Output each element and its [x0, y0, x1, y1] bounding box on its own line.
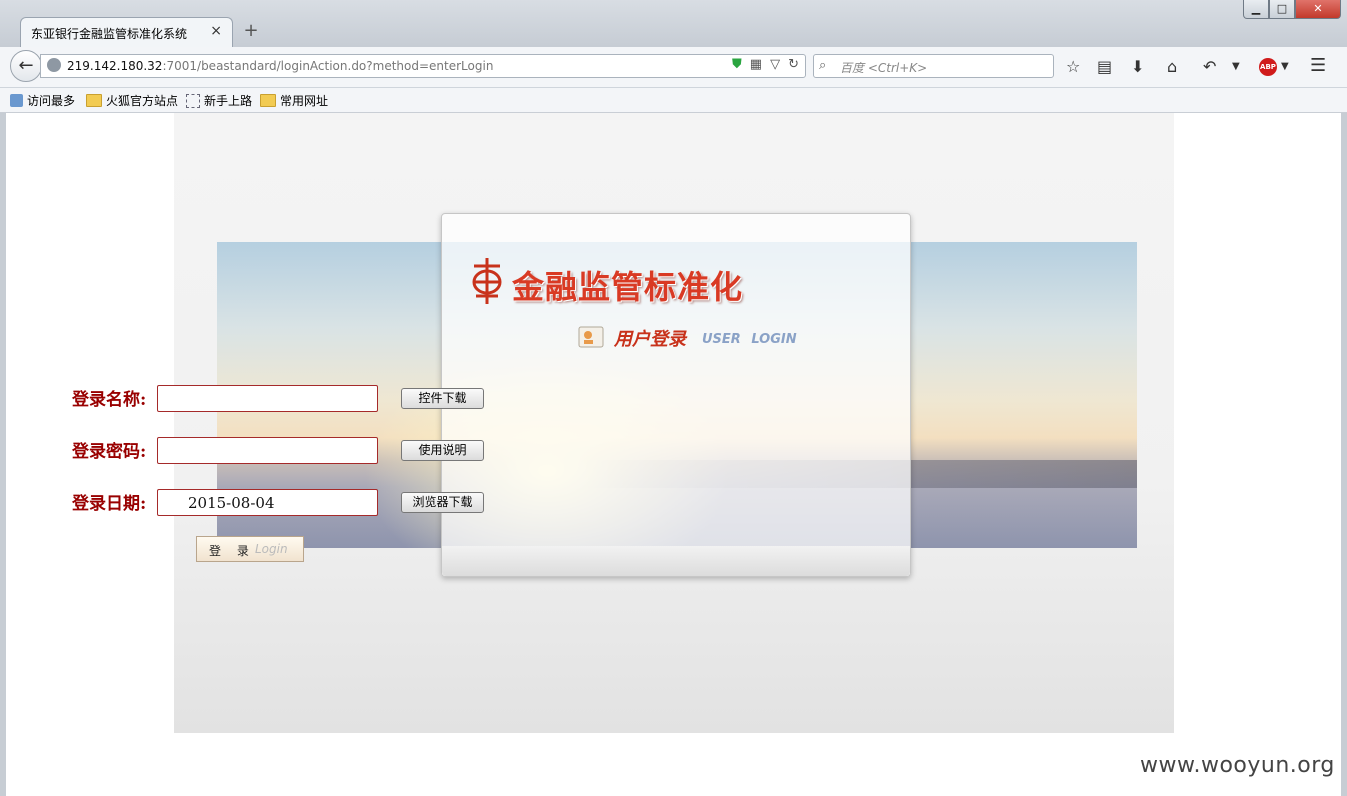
undo-dropdown-icon[interactable]: ▼ — [1232, 61, 1240, 72]
bookmark-getting-started[interactable]: 新手上路 — [186, 92, 252, 109]
page-content: 金融监管标准化 用户登录 USER LOGIN 登录名称: 控件下载 登录密码:… — [6, 113, 1341, 796]
bookmarks-toolbar: 访问最多 火狐官方站点 新手上路 常用网址 — [0, 88, 1347, 113]
panel-footer — [442, 546, 910, 576]
date-label: 登录日期: — [72, 494, 147, 514]
user-card-icon — [578, 326, 604, 348]
bank-logo-icon — [472, 258, 502, 304]
search-input[interactable]: ⌕ 百度 <Ctrl+K> — [813, 54, 1054, 78]
tab-close-icon[interactable]: × — [210, 23, 222, 39]
login-stage: 金融监管标准化 用户登录 USER LOGIN — [174, 113, 1174, 733]
bookmark-firefox-sites[interactable]: 火狐官方站点 — [86, 92, 178, 109]
browser-download-button[interactable]: 浏览器下载 — [401, 492, 484, 513]
system-logo-text: 金融监管标准化 — [512, 268, 744, 306]
bookmark-common-sites[interactable]: 常用网址 — [260, 92, 328, 109]
globe-icon — [47, 58, 61, 72]
maximize-button[interactable]: □ — [1269, 0, 1295, 19]
search-placeholder: 百度 <Ctrl+K> — [840, 61, 928, 75]
login-panel: 金融监管标准化 用户登录 USER LOGIN — [441, 213, 911, 577]
page-icon — [186, 93, 200, 108]
url-text: 219.142.180.32:7001/beastandard/loginAct… — [67, 59, 493, 73]
reading-list-icon[interactable]: ▤ — [1097, 57, 1112, 76]
home-icon[interactable]: ⌂ — [1167, 57, 1177, 76]
login-title: 用户登录 — [614, 329, 686, 350]
url-bar-icons: ⛊ ▦ ▽ ↻ — [732, 57, 799, 72]
password-input[interactable] — [157, 437, 378, 464]
minimize-button[interactable]: ▁ — [1243, 0, 1269, 19]
bookmark-label: 访问最多 — [27, 94, 76, 108]
adblock-icon[interactable]: ABP — [1259, 58, 1277, 76]
username-input[interactable] — [157, 385, 378, 412]
bookmark-label: 新手上路 — [204, 94, 253, 108]
new-tab-button[interactable]: + — [243, 20, 259, 41]
bookmark-label: 火狐官方站点 — [106, 94, 179, 108]
login-button-label: 登 录 — [209, 544, 255, 558]
reload-icon[interactable]: ↻ — [788, 57, 799, 72]
bookmark-label: 常用网址 — [280, 94, 329, 108]
browser-tab[interactable]: 东亚银行金融监管标准化系统 × — [20, 17, 233, 47]
download-icon[interactable]: ⬇ — [1131, 57, 1144, 76]
url-path: :7001/beastandard/loginAction.do?method=… — [162, 59, 494, 73]
folder-icon — [86, 94, 102, 107]
search-icon: ⌕ — [819, 58, 827, 73]
login-title-en: USER LOGIN — [702, 332, 797, 347]
back-arrow-icon: ← — [18, 55, 34, 76]
undo-icon[interactable]: ↶ — [1203, 57, 1216, 76]
bookmark-most-visited[interactable]: 访问最多 — [10, 92, 75, 109]
navigation-toolbar: ← 219.142.180.32:7001/beastandard/loginA… — [0, 47, 1347, 88]
close-window-button[interactable]: ✕ — [1295, 0, 1341, 19]
date-input[interactable] — [157, 489, 378, 516]
adblock-dropdown-icon[interactable]: ▼ — [1281, 61, 1289, 72]
window-controls: ▁ □ ✕ — [1243, 0, 1341, 20]
tab-title: 东亚银行金融监管标准化系统 — [31, 27, 188, 41]
instructions-button[interactable]: 使用说明 — [401, 440, 484, 461]
back-button[interactable]: ← — [10, 50, 42, 82]
username-label: 登录名称: — [72, 390, 147, 410]
shield-icon[interactable]: ⛊ — [732, 57, 742, 72]
menu-icon[interactable]: ☰ — [1310, 55, 1326, 76]
star-icon[interactable]: ☆ — [1066, 57, 1080, 76]
password-label: 登录密码: — [72, 442, 147, 462]
login-button[interactable]: 登 录 Login — [196, 536, 304, 562]
url-host: 219.142.180.32 — [67, 59, 163, 73]
dropdown-icon[interactable]: ▽ — [770, 57, 780, 72]
url-bar[interactable]: 219.142.180.32:7001/beastandard/loginAct… — [40, 54, 806, 78]
folder-icon — [260, 94, 276, 107]
watermark: www.wooyun.org — [1140, 753, 1335, 778]
control-download-button[interactable]: 控件下载 — [401, 388, 484, 409]
login-button-label-en: Login — [255, 542, 288, 556]
title-bar: 东亚银行金融监管标准化系统 × + ▁ □ ✕ — [0, 0, 1347, 47]
window-border-right — [1341, 113, 1347, 796]
most-visited-icon — [10, 94, 23, 107]
qr-code-icon[interactable]: ▦ — [750, 57, 762, 72]
